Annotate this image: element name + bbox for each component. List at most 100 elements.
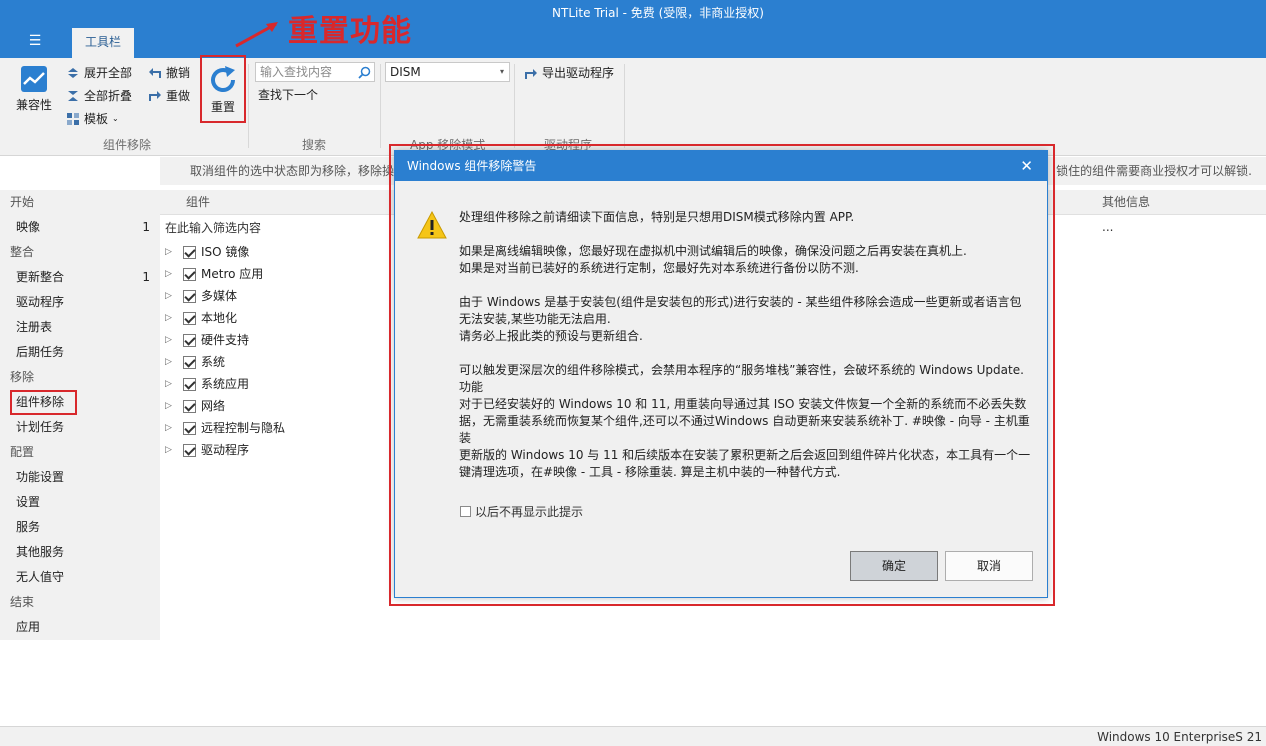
tree-checkbox[interactable] (183, 267, 196, 281)
tree-checkbox[interactable] (183, 399, 196, 413)
tree-row-label: 系统应用 (201, 377, 250, 391)
sidebar-item[interactable]: 其他服务 (0, 540, 160, 565)
status-bar: Windows 10 EnterpriseS 21 (0, 726, 1266, 746)
tree-row[interactable]: ▷ 本地化 (165, 307, 237, 329)
sidebar-item[interactable]: 驱动程序 (0, 290, 160, 315)
sidebar-item[interactable]: 无人值守 (0, 565, 160, 590)
collapse-all-icon (68, 90, 78, 101)
filter-row[interactable]: 在此输入筛选内容 (165, 219, 261, 236)
sidebar-item-label: 注册表 (16, 320, 53, 334)
expand-arrow-icon[interactable]: ▷ (165, 329, 183, 351)
dont-show-again-label: 以后不再显示此提示 (475, 505, 584, 519)
undo-button[interactable]: 撤销 (148, 64, 190, 81)
sidebar-section-header: 整合 (0, 240, 160, 265)
close-icon[interactable]: ✕ (1020, 151, 1033, 181)
sidebar-item-label: 映像 (16, 220, 41, 234)
tree-row[interactable]: ▷ ISO 镜像 (165, 241, 249, 263)
tree-row[interactable]: ▷ 远程控制与隐私 (165, 417, 285, 439)
dialog-paragraph: 可以触发更深层次的组件移除模式，会禁用本程序的“服务堆栈”兼容性，会破坏系统的 … (459, 362, 1035, 481)
expand-arrow-icon[interactable]: ▷ (165, 351, 183, 373)
sidebar-item[interactable]: 更新整合 1 (0, 265, 160, 290)
tree-checkbox[interactable] (183, 245, 196, 259)
dialog-paragraph: 由于 Windows 是基于安装包(组件是安装包的形式)进行安装的 - 某些组件… (459, 294, 1035, 345)
sidebar-item-label: 计划任务 (16, 420, 65, 434)
tree-checkbox[interactable] (183, 311, 196, 325)
tree-row-label: Metro 应用 (201, 267, 264, 281)
tree-row[interactable]: ▷ 硬件支持 (165, 329, 249, 351)
sidebar-item-label: 功能设置 (16, 470, 65, 484)
expand-arrow-icon[interactable]: ▷ (165, 439, 183, 461)
compatibility-icon (21, 66, 47, 92)
expand-arrow-icon[interactable]: ▷ (165, 307, 183, 329)
sidebar-item[interactable]: 服务 (0, 515, 160, 540)
column-header-component[interactable]: 组件 (186, 190, 210, 215)
export-drivers-button[interactable]: 导出驱动程序 (524, 64, 614, 81)
ribbon: 兼容性 展开全部 全部折叠 模板 ⌄ 撤销 重做 重置 组件移除 查找下一个 搜… (0, 58, 1266, 156)
menu-icon[interactable]: ☰ (22, 32, 48, 50)
expand-arrow-icon[interactable]: ▷ (165, 241, 183, 263)
sidebar-section-header: 配置 (0, 440, 160, 465)
search-input[interactable] (260, 65, 356, 79)
compat-button[interactable]: 兼容性 (12, 64, 56, 113)
info-text-right: 锁住的组件需要商业授权才可以解锁. (1056, 164, 1252, 178)
template-button[interactable]: 模板 ⌄ (66, 110, 119, 127)
tree-row[interactable]: ▷ 多媒体 (165, 285, 237, 307)
expand-arrow-icon[interactable]: ▷ (165, 263, 183, 285)
tree-row[interactable]: ▷ 系统应用 (165, 373, 249, 395)
expand-arrow-icon[interactable]: ▷ (165, 285, 183, 307)
ok-button[interactable]: 确定 (850, 551, 938, 581)
tree-row[interactable]: ▷ 系统 (165, 351, 225, 373)
tree-checkbox[interactable] (183, 443, 196, 457)
reset-icon (211, 66, 235, 92)
info-text-left: 取消组件的选中状态即为移除，移除操 (190, 164, 395, 178)
sidebar-item[interactable]: 应用 (0, 615, 160, 640)
find-next-button[interactable]: 查找下一个 (258, 86, 318, 103)
dialog-line: 请务必上报此类的预设与更新组合. (459, 329, 643, 343)
checkbox-box[interactable] (460, 506, 471, 517)
sidebar-item[interactable]: 功能设置 (0, 465, 160, 490)
dialog-paragraph: 如果是离线编辑映像，您最好现在虚拟机中测试编辑后的映像，确保没问题之后再安装在真… (459, 243, 1035, 277)
sidebar-item[interactable]: 映像 1 (0, 215, 160, 240)
sidebar-item-count: 1 (142, 220, 150, 234)
tree-checkbox[interactable] (183, 421, 196, 435)
tree-checkbox[interactable] (183, 289, 196, 303)
tree-row-label: 硬件支持 (201, 333, 250, 347)
collapse-all-button[interactable]: 全部折叠 (66, 87, 132, 104)
redo-button[interactable]: 重做 (148, 87, 190, 104)
search-field[interactable] (255, 62, 375, 82)
sidebar-item[interactable]: 计划任务 (0, 415, 160, 440)
search-icon[interactable] (358, 66, 371, 79)
group-label-search: 搜索 (302, 138, 327, 152)
tree-checkbox[interactable] (183, 377, 196, 391)
expand-arrow-icon[interactable]: ▷ (165, 395, 183, 417)
reset-label: 重置 (210, 100, 235, 114)
reset-button[interactable]: 重置 (204, 64, 242, 115)
sidebar-item[interactable]: 后期任务 (0, 340, 160, 365)
title-bar: NTLite Trial - 免费 (受限，非商业授权) ☰ 工具栏 (0, 0, 1266, 58)
sidebar-item[interactable]: 注册表 (0, 315, 160, 340)
tree-row-label: ISO 镜像 (201, 245, 250, 259)
tab-toolbar[interactable]: 工具栏 (72, 28, 134, 58)
chevron-down-icon: ⌄ (112, 114, 119, 123)
sidebar-section-header: 移除 (0, 365, 160, 390)
sidebar-item-label: 其他服务 (16, 545, 65, 559)
dont-show-again-checkbox[interactable]: 以后不再显示此提示 (460, 503, 583, 520)
app-remove-mode-select[interactable]: DISM ▾ (385, 62, 510, 82)
redo-label: 重做 (166, 89, 191, 103)
tree-row[interactable]: ▷ 驱动程序 (165, 439, 249, 461)
tree-row[interactable]: ▷ Metro 应用 (165, 263, 263, 285)
cancel-button[interactable]: 取消 (945, 551, 1033, 581)
tree-checkbox[interactable] (183, 355, 196, 369)
sidebar-item[interactable]: 设置 (0, 490, 160, 515)
tree-row[interactable]: ▷ 网络 (165, 395, 225, 417)
column-header-other-info[interactable]: 其他信息 (1102, 190, 1150, 215)
expand-arrow-icon[interactable]: ▷ (165, 373, 183, 395)
dialog-line: 键清理选项，在#映像 - 工具 - 移除重装. 算是主机中装的一种替代方式. (459, 465, 841, 479)
ribbon-separator (514, 64, 515, 148)
expand-arrow-icon[interactable]: ▷ (165, 417, 183, 439)
sidebar-item[interactable]: 组件移除 (0, 390, 160, 415)
tree-row-label: 远程控制与隐私 (201, 421, 286, 435)
expand-all-button[interactable]: 展开全部 (66, 64, 132, 81)
tree-checkbox[interactable] (183, 333, 196, 347)
dialog-line: 无法安装,某些功能无法启用. (459, 312, 611, 326)
